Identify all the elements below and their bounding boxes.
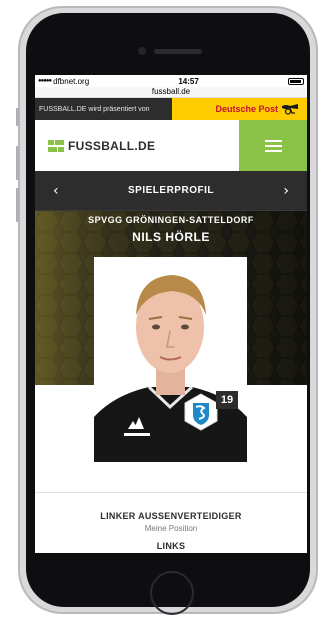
camera-icon bbox=[138, 47, 146, 55]
chevron-left-icon[interactable]: ‹ bbox=[53, 183, 59, 199]
sponsor-banner[interactable]: FUSSBALL.DE wird präsentiert von Deutsch… bbox=[35, 98, 307, 120]
site-logo[interactable]: FUSSBALL.DE bbox=[35, 120, 239, 171]
player-portrait bbox=[94, 257, 247, 462]
logo-text: FUSSBALL.DE bbox=[68, 138, 156, 153]
menu-icon bbox=[264, 139, 282, 152]
preferred-foot: LINKS bbox=[156, 541, 186, 551]
volume-up-button bbox=[16, 146, 19, 180]
volume-down-button bbox=[16, 188, 19, 222]
club-crest-icon bbox=[184, 393, 218, 431]
sponsor-logo[interactable]: Deutsche Post bbox=[172, 98, 307, 120]
post-horn-icon bbox=[282, 104, 298, 115]
sponsor-text: FUSSBALL.DE wird präsentiert von bbox=[35, 98, 172, 120]
mute-switch bbox=[16, 108, 19, 126]
signal-icon: ●●●●● bbox=[38, 78, 52, 84]
carrier-info: ●●●●● dfbnet.org bbox=[38, 77, 89, 86]
player-photo bbox=[94, 257, 247, 462]
page-title: SPIELERPROFIL bbox=[128, 185, 214, 196]
address-bar[interactable]: fussball.de bbox=[35, 87, 307, 98]
logo-icon bbox=[48, 139, 64, 152]
position-note: Meine Position bbox=[144, 524, 198, 533]
sponsor-brand: Deutsche Post bbox=[215, 104, 278, 114]
profile-nav: ‹ SPIELERPROFIL › bbox=[35, 171, 307, 211]
club-name[interactable]: SPVGG GRÖNINGEN-SATTELDORF bbox=[35, 215, 307, 225]
carrier-label: dfbnet.org bbox=[53, 76, 90, 86]
status-bar: ●●●●● dfbnet.org 14:57 bbox=[35, 75, 307, 87]
player-name: NILS HÖRLE bbox=[132, 230, 210, 244]
battery-icon bbox=[288, 77, 304, 85]
chevron-right-icon[interactable]: › bbox=[283, 183, 289, 199]
speaker-grille bbox=[154, 49, 202, 54]
menu-button[interactable] bbox=[239, 120, 307, 171]
player-info: LINKER AUSSENVERTEIDIGER Meine Position … bbox=[35, 492, 307, 553]
position-title: LINKER AUSSENVERTEIDIGER bbox=[100, 511, 242, 521]
clock: 14:57 bbox=[178, 76, 199, 86]
jersey-number: 19 bbox=[216, 391, 238, 409]
home-button[interactable] bbox=[150, 571, 194, 615]
site-header: FUSSBALL.DE bbox=[35, 120, 307, 171]
screen: ●●●●● dfbnet.org 14:57 fussball.de FUSSB… bbox=[35, 75, 307, 553]
